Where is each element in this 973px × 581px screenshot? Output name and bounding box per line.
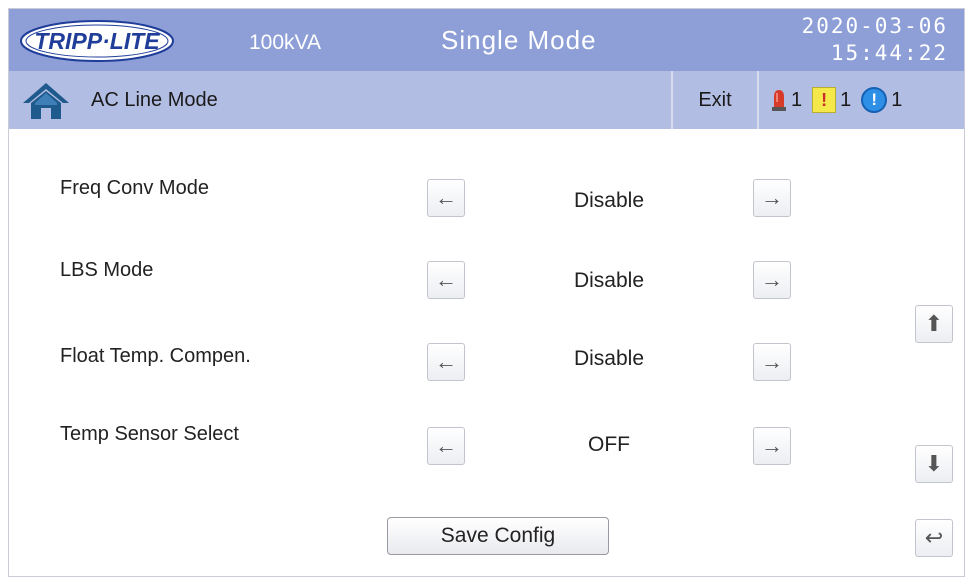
status-bar: AC Line Mode Exit 1 ! 1 ! 1 [9, 71, 964, 129]
page-up-button[interactable]: ⬆ [915, 305, 953, 343]
back-arrow-icon: ↩ [924, 525, 944, 550]
left-arrow-icon: ← [435, 267, 457, 292]
tripp-lite-logo: TRIPP·LITE [20, 20, 174, 62]
warning-icon: ! [812, 87, 837, 113]
left-arrow-icon: ← [435, 185, 457, 210]
critical-alarm-count: 1 [791, 88, 803, 111]
setting-value: Disable [573, 189, 645, 212]
right-arrow-icon: → [761, 433, 783, 458]
title-bar: TRIPP·LITE 100kVA Single Mode 2020-03-06… [9, 9, 964, 71]
warning-alarm-count: 1 [840, 88, 852, 111]
save-config-button[interactable]: Save Config [387, 517, 609, 555]
temp-sensor-prev-button[interactable]: ← [427, 427, 465, 465]
setting-label: Temp Sensor Select [60, 423, 239, 445]
left-arrow-icon: ← [435, 433, 457, 458]
date-display: 2020-03-06 [801, 14, 948, 38]
info-icon: ! [861, 87, 888, 113]
warning-alarm[interactable]: ! 1 [812, 87, 851, 113]
right-arrow-icon: → [761, 185, 783, 210]
left-arrow-icon: ← [435, 349, 457, 374]
right-arrow-icon: → [761, 267, 783, 292]
lbs-prev-button[interactable]: ← [427, 261, 465, 299]
right-arrow-icon: → [761, 349, 783, 374]
freq-conv-prev-button[interactable]: ← [427, 179, 465, 217]
info-alarm[interactable]: ! 1 [861, 87, 902, 113]
setting-label: Freq Conv Mode [60, 177, 209, 199]
logo-text: TRIPP·LITE [34, 28, 160, 54]
info-alarm-count: 1 [891, 88, 903, 111]
back-button[interactable]: ↩ [915, 519, 953, 557]
lbs-next-button[interactable]: → [753, 261, 791, 299]
float-temp-prev-button[interactable]: ← [427, 343, 465, 381]
capacity-label: 100kVA [249, 31, 321, 54]
time-display: 15:44:22 [830, 41, 948, 65]
exit-button[interactable]: Exit [671, 71, 759, 129]
settings-screen: TRIPP·LITE 100kVA Single Mode 2020-03-06… [8, 8, 965, 577]
alarm-indicators: 1 ! 1 ! 1 [771, 85, 912, 115]
operating-mode-status: AC Line Mode [91, 89, 218, 111]
mode-title: Single Mode [441, 25, 597, 55]
critical-alarm[interactable]: 1 [771, 88, 802, 112]
alarm-beacon-icon [772, 90, 786, 111]
float-temp-next-button[interactable]: → [753, 343, 791, 381]
setting-label: Float Temp. Compen. [60, 345, 251, 367]
setting-value: Disable [573, 269, 645, 292]
temp-sensor-next-button[interactable]: → [753, 427, 791, 465]
freq-conv-next-button[interactable]: → [753, 179, 791, 217]
up-arrow-icon: ⬆ [924, 311, 944, 336]
setting-value: Disable [573, 347, 645, 370]
down-arrow-icon: ⬇ [924, 451, 944, 476]
setting-value: OFF [588, 433, 630, 456]
page-down-button[interactable]: ⬇ [915, 445, 953, 483]
setting-label: LBS Mode [60, 259, 154, 281]
home-icon[interactable] [21, 81, 71, 121]
